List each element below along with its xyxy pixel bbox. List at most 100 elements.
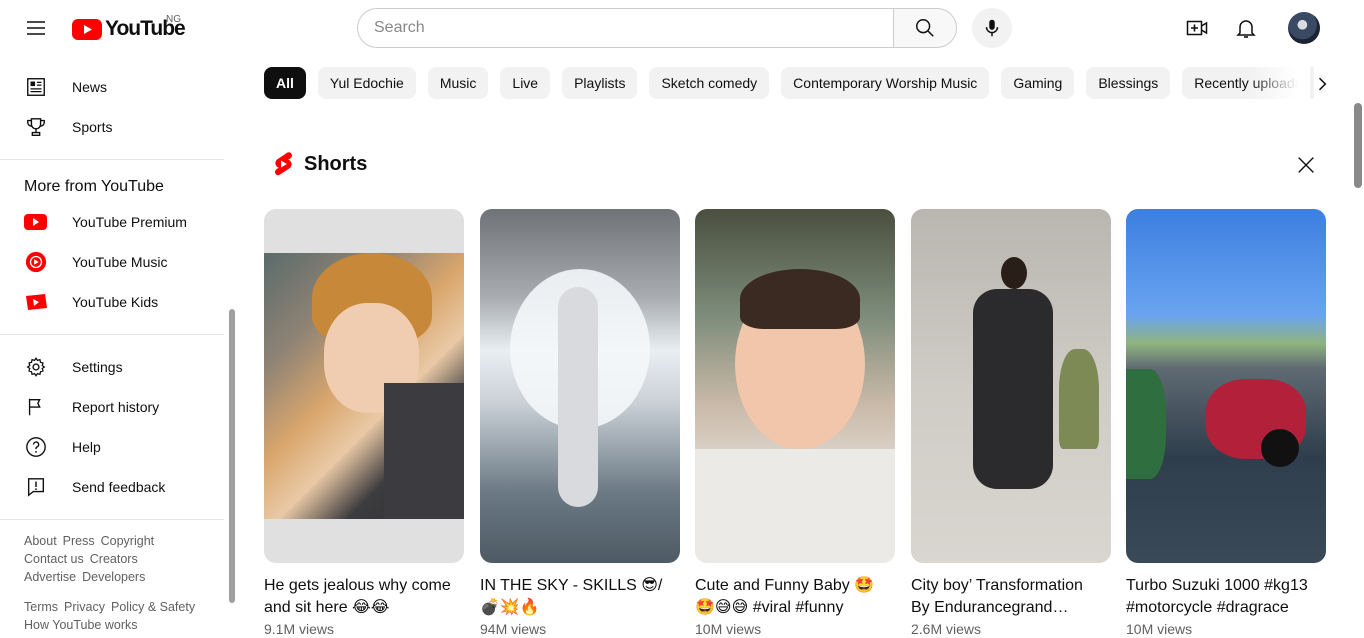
masthead: YouTube NG	[0, 0, 1364, 56]
chip-scroll-next-button[interactable]	[1302, 64, 1342, 104]
footer-link[interactable]: Creators	[90, 552, 138, 566]
youtube-music-icon	[24, 250, 48, 274]
sidebar-item-sports[interactable]: Sports	[0, 107, 240, 147]
footer-link[interactable]: About	[24, 534, 57, 548]
search-button[interactable]	[893, 8, 957, 48]
chip-sketch-comedy[interactable]: Sketch comedy	[649, 67, 770, 99]
footer-link[interactable]: Policy & Safety	[111, 600, 195, 614]
sidebar-item-send-feedback[interactable]: Send feedback	[0, 467, 240, 507]
sidebar-item-label: Send feedback	[72, 479, 166, 495]
search-icon	[916, 19, 934, 37]
youtube-kids-icon	[24, 290, 48, 314]
short-title[interactable]: City boy’ Transformation By Endurancegra…	[911, 575, 1103, 619]
short-thumbnail[interactable]	[1126, 209, 1326, 563]
chip-blessings[interactable]: Blessings	[1086, 67, 1171, 99]
sidebar-item-label: Help	[72, 439, 101, 455]
chip-music[interactable]: Music	[427, 67, 489, 99]
divider	[0, 334, 224, 335]
divider	[0, 159, 224, 160]
help-icon	[24, 435, 48, 459]
page-scrollbar[interactable]	[1354, 103, 1362, 188]
footer-link[interactable]: Press	[63, 534, 95, 548]
footer-link[interactable]: Privacy	[64, 600, 105, 614]
short-title[interactable]: IN THE SKY - SKILLS 😎/💣💥🔥	[480, 575, 672, 619]
guide-sidebar: News Sports More from YouTube YouTube Pr…	[0, 56, 240, 638]
chip-live[interactable]: Live	[500, 67, 551, 99]
guide-menu-button[interactable]	[16, 8, 56, 48]
shorts-shelf-header: Shorts	[272, 151, 367, 177]
footer-link[interactable]: Copyright	[101, 534, 155, 548]
sidebar-item-label: News	[72, 79, 108, 95]
short-title[interactable]: He gets jealous why come and sit here 😂😂	[264, 575, 456, 619]
sidebar-item-settings[interactable]: Settings	[0, 347, 240, 387]
youtube-premium-icon	[24, 210, 48, 234]
gear-icon	[24, 355, 48, 379]
short-card[interactable]: Cute and Funny Baby 🤩🤩😅😅 #viral #funny 1…	[695, 209, 895, 637]
short-card[interactable]: City boy’ Transformation By Endurancegra…	[911, 209, 1111, 637]
thumbnail-figure	[558, 287, 598, 507]
footer-link[interactable]: How YouTube works	[24, 618, 138, 632]
footer-link[interactable]: Developers	[82, 570, 145, 584]
thumbnail-hair	[740, 269, 860, 329]
hamburger-menu-icon	[27, 21, 45, 35]
short-thumbnail[interactable]	[911, 209, 1111, 563]
shorts-title: Shorts	[304, 152, 368, 175]
chevron-right-icon	[1318, 77, 1327, 91]
chip-all[interactable]: All	[264, 67, 306, 99]
sidebar-item-youtube-kids[interactable]: YouTube Kids	[0, 282, 240, 322]
sidebar-item-youtube-premium[interactable]: YouTube Premium	[0, 202, 240, 242]
sidebar-item-help[interactable]: Help	[0, 427, 240, 467]
voice-search-button[interactable]	[972, 8, 1012, 48]
thumbnail-image	[264, 253, 464, 519]
flag-icon	[24, 395, 48, 419]
thumbnail-image	[973, 289, 1053, 489]
shorts-logo-icon	[275, 152, 292, 176]
sidebar-scrollbar[interactable]	[229, 309, 235, 603]
divider	[0, 519, 224, 520]
short-thumbnail[interactable]	[480, 209, 680, 563]
create-button[interactable]	[1177, 8, 1217, 48]
chip-playlists[interactable]: Playlists	[562, 67, 638, 99]
short-view-count: 10M views	[1126, 621, 1193, 637]
sidebar-item-youtube-music[interactable]: YouTube Music	[0, 242, 240, 282]
search-input[interactable]	[374, 19, 894, 37]
short-thumbnail[interactable]	[264, 209, 464, 563]
create-video-icon	[1186, 20, 1208, 36]
sidebar-item-label: YouTube Premium	[72, 214, 187, 230]
short-view-count: 9.1M views	[264, 621, 335, 637]
chip-contemporary-worship-music[interactable]: Contemporary Worship Music	[781, 67, 990, 99]
footer-link[interactable]: Contact us	[24, 552, 84, 566]
short-view-count: 94M views	[480, 621, 547, 637]
short-thumbnail[interactable]	[695, 209, 895, 563]
footer-links: About Press Copyright Contact us Creators A…	[0, 532, 240, 634]
thumbnail-cape	[695, 449, 895, 563]
footer-link[interactable]: Terms	[24, 600, 58, 614]
short-title[interactable]: Turbo Suzuki 1000 #kg13 #motorcycle #dra…	[1126, 575, 1318, 619]
thumbnail-spectator	[1126, 369, 1166, 479]
filter-chip-bar: All Yul Edochie Music Live Playlists Ske…	[264, 67, 1314, 100]
notifications-button[interactable]	[1226, 8, 1266, 48]
sidebar-item-label: Sports	[72, 119, 113, 135]
short-card[interactable]: He gets jealous why come and sit here 😂😂…	[264, 209, 464, 637]
thumbnail-head	[1001, 257, 1027, 289]
chip-gaming[interactable]: Gaming	[1001, 67, 1075, 99]
country-code: NG	[166, 14, 181, 25]
sidebar-item-news[interactable]: News	[0, 67, 240, 107]
chip-yul-edochie[interactable]: Yul Edochie	[317, 67, 416, 99]
short-card[interactable]: IN THE SKY - SKILLS 😎/💣💥🔥 94M views	[480, 209, 680, 637]
short-title[interactable]: Cute and Funny Baby 🤩🤩😅😅 #viral #funny	[695, 575, 887, 619]
thumbnail-plant	[1059, 349, 1099, 449]
sidebar-item-report-history[interactable]: Report history	[0, 387, 240, 427]
account-avatar[interactable]	[1288, 12, 1320, 44]
dismiss-shorts-button[interactable]	[1286, 145, 1326, 185]
short-card[interactable]: Turbo Suzuki 1000 #kg13 #motorcycle #dra…	[1126, 209, 1326, 637]
news-icon	[24, 75, 48, 99]
footer-link[interactable]: Advertise	[24, 570, 76, 584]
sidebar-item-label: Report history	[72, 399, 160, 415]
youtube-play-logo-icon	[72, 18, 102, 40]
more-from-youtube-heading: More from YouTube	[24, 178, 164, 195]
sidebar-item-label: YouTube Music	[72, 254, 168, 270]
search-box[interactable]	[357, 8, 894, 48]
sidebar-item-label: Settings	[72, 359, 123, 375]
feedback-icon	[24, 475, 48, 499]
